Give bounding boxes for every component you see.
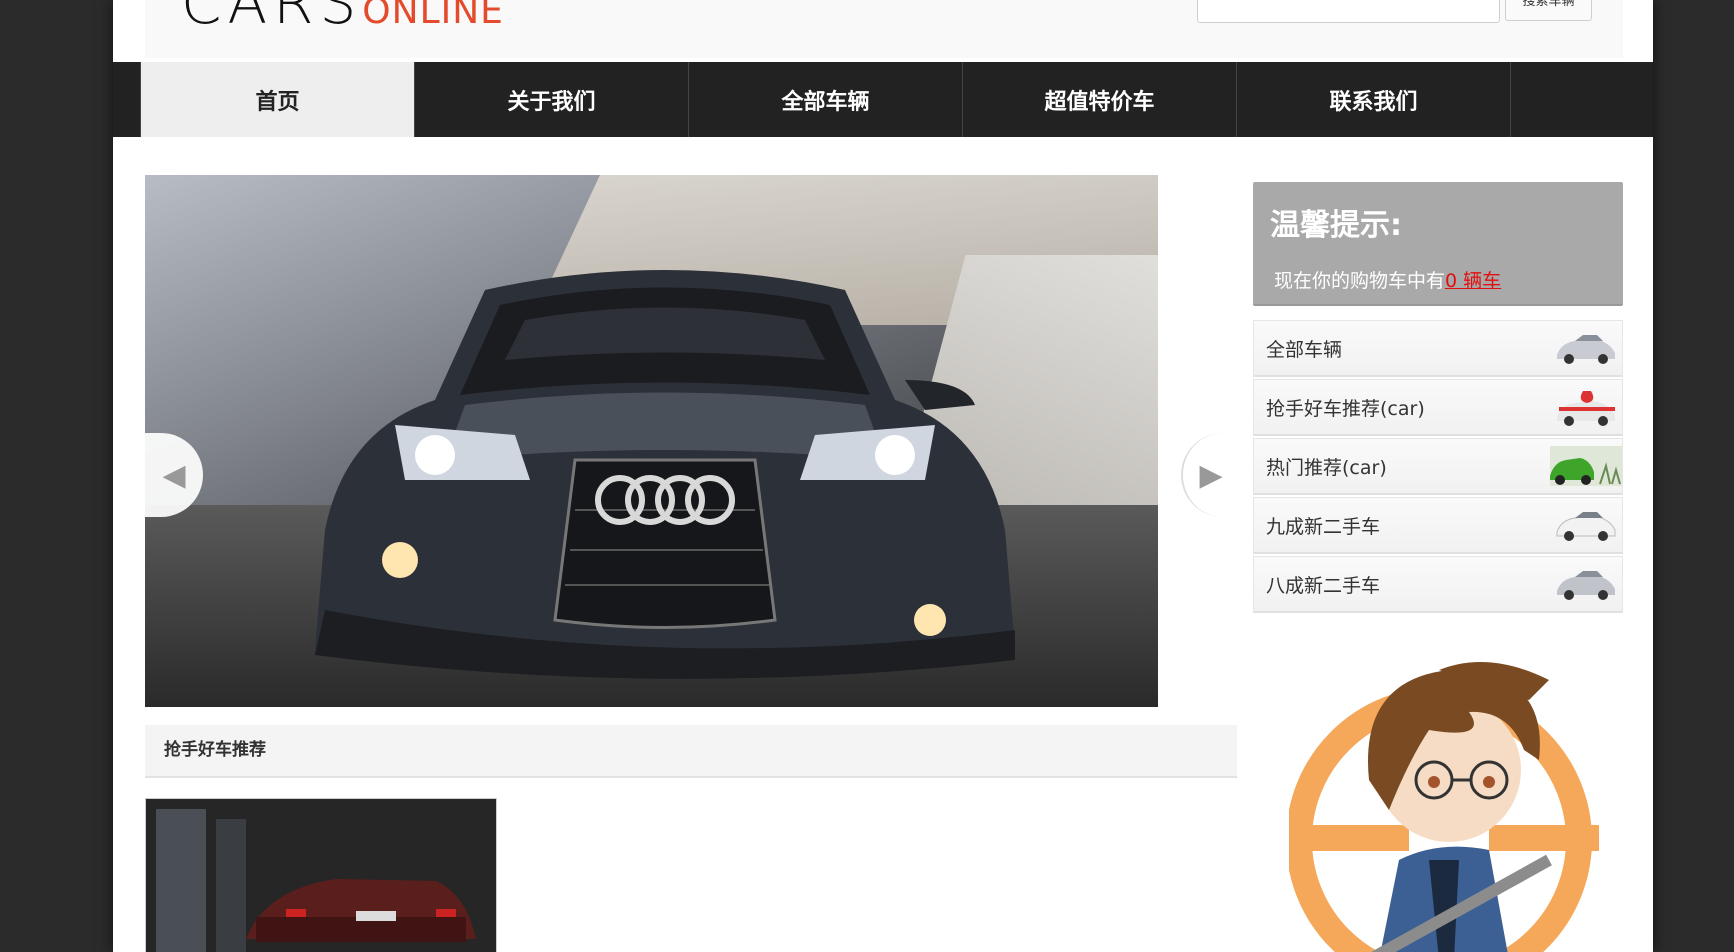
hero-slider xyxy=(145,175,1158,707)
section-title-hot-cars: 抢手好车推荐 xyxy=(145,725,1237,778)
sidebar-item-label: 热门推荐(car) xyxy=(1266,456,1387,479)
search-button[interactable]: 搜索车辆 xyxy=(1505,0,1592,21)
triangle-left-icon: ◀ xyxy=(162,457,186,493)
main-nav: 首页 关于我们 全部车辆 超值特价车 联系我们 xyxy=(113,62,1653,137)
sidebar-item-label: 九成新二手车 xyxy=(1266,515,1381,538)
notice-message: 现在你的购物车中有 xyxy=(1274,270,1446,292)
sidebar-item-label: 八成新二手车 xyxy=(1266,574,1381,597)
sidebar-item-label: 抢手好车推荐(car) xyxy=(1266,397,1425,420)
cart-notice: 温馨提示: 现在你的购物车中有0 辆车 xyxy=(1253,182,1623,306)
nav-item-home[interactable]: 首页 xyxy=(141,62,415,137)
sidebar-item-popular[interactable]: 热门推荐(car) xyxy=(1253,438,1623,495)
nav-item-deals[interactable]: 超值特价车 xyxy=(963,62,1237,137)
search-input[interactable] xyxy=(1197,0,1500,23)
sidebar-category-list: 全部车辆 抢手好车推荐(car) 热门推荐(car) 九成新二手车 八成新二手车 xyxy=(1253,320,1623,615)
gift-car-icon xyxy=(1550,384,1622,430)
sidebar-item-label: 全部车辆 xyxy=(1266,338,1343,361)
green-car-icon xyxy=(1550,443,1622,489)
anime-mascot-image xyxy=(1289,662,1599,952)
header: CARSONLINE 搜索车辆 xyxy=(145,0,1623,58)
triangle-right-icon: ▶ xyxy=(1199,457,1223,493)
nav-item-contact[interactable]: 联系我们 xyxy=(1237,62,1511,137)
sidebar-item-hot-cars[interactable]: 抢手好车推荐(car) xyxy=(1253,379,1623,436)
hero-car-image xyxy=(315,270,1015,679)
notice-text: 现在你的购物车中有0 辆车 xyxy=(1274,266,1623,293)
white-car-icon xyxy=(1550,502,1622,548)
page: CARSONLINE 搜索车辆 首页 关于我们 全部车辆 超值特价车 联系我们 xyxy=(113,0,1653,952)
cart-count-link[interactable]: 0 辆车 xyxy=(1445,270,1501,292)
product-thumbnail[interactable] xyxy=(145,798,497,952)
logo-sub-text: ONLINE xyxy=(362,0,504,32)
notice-title: 温馨提示: xyxy=(1270,208,1402,243)
logo[interactable]: CARSONLINE xyxy=(181,0,504,32)
sidebar-item-all-cars[interactable]: 全部车辆 xyxy=(1253,320,1623,377)
slider-next-button[interactable]: ▶ xyxy=(1181,433,1239,517)
nav-spacer xyxy=(113,62,141,137)
nav-item-about[interactable]: 关于我们 xyxy=(415,62,689,137)
logo-main-text: CARS xyxy=(181,0,363,37)
nav-item-all-cars[interactable]: 全部车辆 xyxy=(689,62,963,137)
red-sedan-image xyxy=(146,799,496,952)
silver-car-icon xyxy=(1550,561,1622,607)
sidebar-item-90-percent-used[interactable]: 九成新二手车 xyxy=(1253,497,1623,554)
silver-car-icon xyxy=(1550,325,1622,371)
sidebar-item-80-percent-used[interactable]: 八成新二手车 xyxy=(1253,556,1623,613)
